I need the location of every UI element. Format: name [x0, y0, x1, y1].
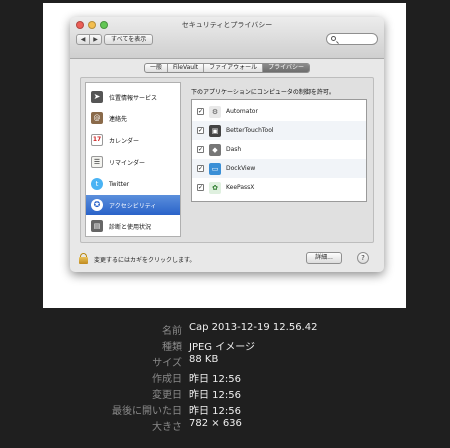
app-name: Automator	[226, 108, 258, 115]
sidebar-item-location[interactable]: ➤ 位置情報サービス	[86, 87, 180, 107]
app-checkbox[interactable]: ✓	[197, 108, 204, 115]
app-checkbox[interactable]: ✓	[197, 184, 204, 191]
info-row-created: 作成日 昨日 12:56	[0, 370, 450, 386]
tab-firewall[interactable]: ファイアウォール	[203, 64, 262, 72]
app-checkbox[interactable]: ✓	[197, 165, 204, 172]
info-label: サイズ	[152, 358, 182, 369]
list-item[interactable]: ✓ ✿ KeePassX	[192, 178, 366, 197]
reminders-list-icon: ☰	[91, 156, 103, 168]
window-title: セキュリティとプライバシー	[181, 21, 273, 29]
app-name: Dash	[226, 146, 242, 153]
back-button[interactable]: ◀	[77, 35, 89, 44]
sidebar-item-calendar[interactable]: 17 カレンダー	[86, 130, 180, 150]
sidebar-item-label: カレンダー	[109, 137, 140, 145]
info-row-modified: 変更日 昨日 12:56	[0, 386, 450, 402]
accessibility-pane: 下のアプリケーションにコンピュータの制御を許可。 ✓ ⚙ Automator ✓…	[189, 82, 369, 237]
title-bar: セキュリティとプライバシー ◀ ▶ すべてを表示	[70, 17, 384, 59]
sidebar-item-reminders[interactable]: ☰ リマインダー	[86, 152, 180, 172]
preview-frame: セキュリティとプライバシー ◀ ▶ すべてを表示 一般 FileVault ファ…	[43, 3, 406, 308]
tab-bar: 一般 FileVault ファイアウォール プライバシー	[143, 63, 311, 73]
pane-description: 下のアプリケーションにコンピュータの制御を許可。	[191, 89, 335, 96]
info-value: 昨日 12:56	[189, 374, 241, 385]
info-label: 作成日	[152, 374, 182, 385]
app-list[interactable]: ✓ ⚙ Automator ✓ ▣ BetterTouchTool ✓ ◆ Da…	[191, 99, 367, 202]
bottom-bar: 変更するにはカギをクリックします。 詳細... ?	[70, 246, 384, 272]
forward-button[interactable]: ▶	[89, 35, 101, 44]
info-value: 昨日 12:56	[189, 406, 241, 417]
info-row-name: 名前 Cap 2013-12-19 12.56.42	[0, 322, 450, 338]
tab-privacy[interactable]: プライバシー	[262, 64, 310, 72]
sidebar-item-twitter[interactable]: t Twitter	[86, 174, 180, 194]
lock-icon[interactable]	[79, 253, 88, 264]
info-label: 大きさ	[152, 422, 182, 433]
info-value: Cap 2013-12-19 12.56.42	[189, 322, 318, 333]
info-row-dimensions: 大きさ 782 × 636	[0, 418, 450, 434]
info-value: 88 KB	[189, 354, 219, 365]
app-checkbox[interactable]: ✓	[197, 146, 204, 153]
app-checkbox[interactable]: ✓	[197, 127, 204, 134]
list-item[interactable]: ✓ ◆ Dash	[192, 140, 366, 159]
dash-icon: ◆	[209, 143, 221, 156]
search-field[interactable]	[326, 33, 378, 45]
info-label: 変更日	[152, 390, 182, 401]
sidebar-item-accessibility[interactable]: ✪ アクセシビリティ	[86, 195, 180, 215]
details-button[interactable]: 詳細...	[306, 252, 342, 264]
info-label: 種類	[162, 342, 182, 353]
show-all-button[interactable]: すべてを表示	[104, 34, 154, 45]
privacy-sidebar: ➤ 位置情報サービス @ 連絡先 17 カレンダー ☰ リマインダー t Twi…	[85, 82, 181, 237]
calendar-icon: 17	[91, 134, 103, 146]
sidebar-item-diagnostics[interactable]: ▤ 診断と使用状況	[86, 216, 180, 236]
list-item[interactable]: ✓ ▭ DockView	[192, 159, 366, 178]
lock-hint-text: 変更するにはカギをクリックします。	[94, 257, 196, 264]
tab-filevault[interactable]: FileVault	[166, 64, 203, 72]
tab-general[interactable]: 一般	[145, 64, 167, 72]
info-row-size: サイズ 88 KB	[0, 354, 450, 370]
keepassx-icon: ✿	[209, 181, 221, 194]
info-value: JPEG イメージ	[189, 342, 256, 353]
info-value: 昨日 12:56	[189, 390, 241, 401]
contacts-book-icon: @	[91, 112, 103, 124]
app-name: BetterTouchTool	[226, 127, 274, 134]
sidebar-item-label: アクセシビリティ	[109, 202, 157, 210]
help-button[interactable]: ?	[357, 252, 369, 264]
sidebar-item-label: Twitter	[109, 180, 130, 188]
dockview-icon: ▭	[209, 162, 221, 175]
search-icon	[331, 36, 336, 41]
sidebar-item-label: 位置情報サービス	[109, 94, 158, 102]
sidebar-item-contacts[interactable]: @ 連絡先	[86, 108, 180, 128]
lock-body	[79, 257, 88, 264]
app-name: DockView	[226, 165, 256, 172]
info-row-kind: 種類 JPEG イメージ	[0, 338, 450, 354]
privacy-content: ➤ 位置情報サービス @ 連絡先 17 カレンダー ☰ リマインダー t Twi…	[80, 77, 374, 243]
bettertouchtool-icon: ▣	[209, 124, 221, 137]
sidebar-item-label: リマインダー	[109, 159, 146, 167]
automator-robot-icon: ⚙	[209, 105, 221, 118]
list-item[interactable]: ✓ ⚙ Automator	[192, 102, 366, 121]
info-label: 最後に開いた日	[112, 406, 182, 417]
sidebar-item-label: 連絡先	[109, 115, 128, 123]
location-arrow-icon: ➤	[91, 91, 103, 103]
info-label: 名前	[162, 326, 182, 337]
accessibility-icon: ✪	[91, 199, 103, 211]
app-name: KeePassX	[226, 184, 255, 191]
nav-button-group: ◀ ▶	[76, 34, 102, 45]
info-row-last-opened: 最後に開いた日 昨日 12:56	[0, 402, 450, 418]
diagnostics-icon: ▤	[91, 220, 103, 232]
preferences-window: セキュリティとプライバシー ◀ ▶ すべてを表示 一般 FileVault ファ…	[70, 17, 384, 272]
search-input[interactable]	[339, 35, 375, 43]
twitter-bird-icon: t	[91, 178, 103, 190]
info-value: 782 × 636	[189, 418, 242, 429]
list-item[interactable]: ✓ ▣ BetterTouchTool	[192, 121, 366, 140]
tab-bar-wrapper: 一般 FileVault ファイアウォール プライバシー	[70, 63, 384, 73]
sidebar-item-label: 診断と使用状況	[109, 223, 152, 231]
